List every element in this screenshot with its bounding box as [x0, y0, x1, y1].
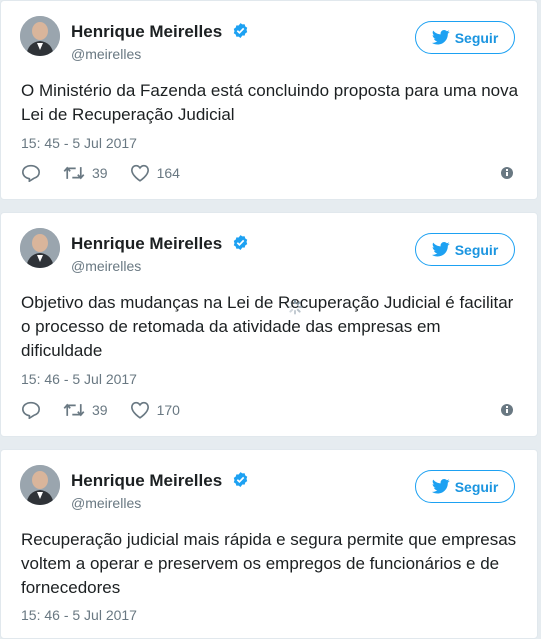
author-name-text[interactable]: Henrique Meirelles [71, 22, 222, 41]
follow-button[interactable]: Seguir [415, 21, 515, 54]
loading-spinner-icon [287, 299, 303, 315]
reply-icon [21, 401, 41, 419]
retweet-count: 39 [92, 402, 108, 418]
retweet-button[interactable]: 39 [63, 402, 108, 418]
tweet-actions: 39 170 [21, 400, 202, 420]
follow-button[interactable]: Seguir [415, 233, 515, 266]
tweet-card: Henrique Meirelles @meirelles Seguir Rec… [0, 449, 538, 639]
tweet-timestamp[interactable]: 15: 45 - 5 Jul 2017 [21, 135, 137, 151]
tweet-text: Objetivo das mudanças na Lei de Recupera… [21, 293, 514, 360]
info-icon[interactable] [501, 404, 513, 416]
verified-badge-icon [233, 235, 248, 250]
retweet-button[interactable]: 39 [63, 165, 108, 181]
like-count: 164 [156, 165, 180, 181]
twitter-bird-icon [431, 30, 450, 45]
follow-label: Seguir [454, 478, 499, 495]
like-count: 170 [156, 402, 180, 418]
follow-label: Seguir [454, 29, 499, 46]
retweet-icon [63, 403, 85, 417]
twitter-bird-icon [431, 242, 450, 257]
verified-badge-icon [233, 23, 248, 38]
like-button[interactable]: 164 [130, 164, 180, 182]
author-name[interactable]: Henrique Meirelles [71, 234, 249, 254]
tweet-card: Henrique Meirelles @meirelles Seguir Obj… [0, 212, 538, 437]
follow-button[interactable]: Seguir [415, 470, 515, 503]
author-name-text[interactable]: Henrique Meirelles [71, 234, 222, 253]
author-handle[interactable]: @meirelles [71, 46, 141, 62]
author-handle[interactable]: @meirelles [71, 258, 141, 274]
reply-icon [21, 164, 41, 182]
follow-label: Seguir [454, 241, 499, 258]
author-handle[interactable]: @meirelles [71, 495, 141, 511]
retweet-count: 39 [92, 165, 108, 181]
avatar[interactable] [20, 16, 60, 56]
reply-button[interactable] [21, 164, 41, 182]
author-name[interactable]: Henrique Meirelles [71, 22, 249, 42]
tweet-timestamp[interactable]: 15: 46 - 5 Jul 2017 [21, 371, 137, 387]
tweet-card: Henrique Meirelles @meirelles Seguir O M… [0, 0, 538, 200]
reply-button[interactable] [21, 401, 41, 419]
verified-badge-icon [233, 472, 248, 487]
tweet-text: O Ministério da Fazenda está concluindo … [21, 81, 519, 124]
heart-icon [130, 164, 149, 182]
heart-icon [130, 401, 149, 419]
author-name[interactable]: Henrique Meirelles [71, 471, 249, 491]
tweet-text: Recuperação judicial mais rápida e segur… [21, 530, 517, 597]
info-icon[interactable] [501, 167, 513, 179]
author-name-text[interactable]: Henrique Meirelles [71, 471, 222, 490]
like-button[interactable]: 170 [130, 401, 180, 419]
twitter-bird-icon [431, 479, 450, 494]
tweet-timestamp[interactable]: 15: 46 - 5 Jul 2017 [21, 607, 137, 623]
tweet-actions: 39 164 [21, 163, 202, 183]
retweet-icon [63, 166, 85, 180]
avatar[interactable] [20, 465, 60, 505]
avatar[interactable] [20, 228, 60, 268]
